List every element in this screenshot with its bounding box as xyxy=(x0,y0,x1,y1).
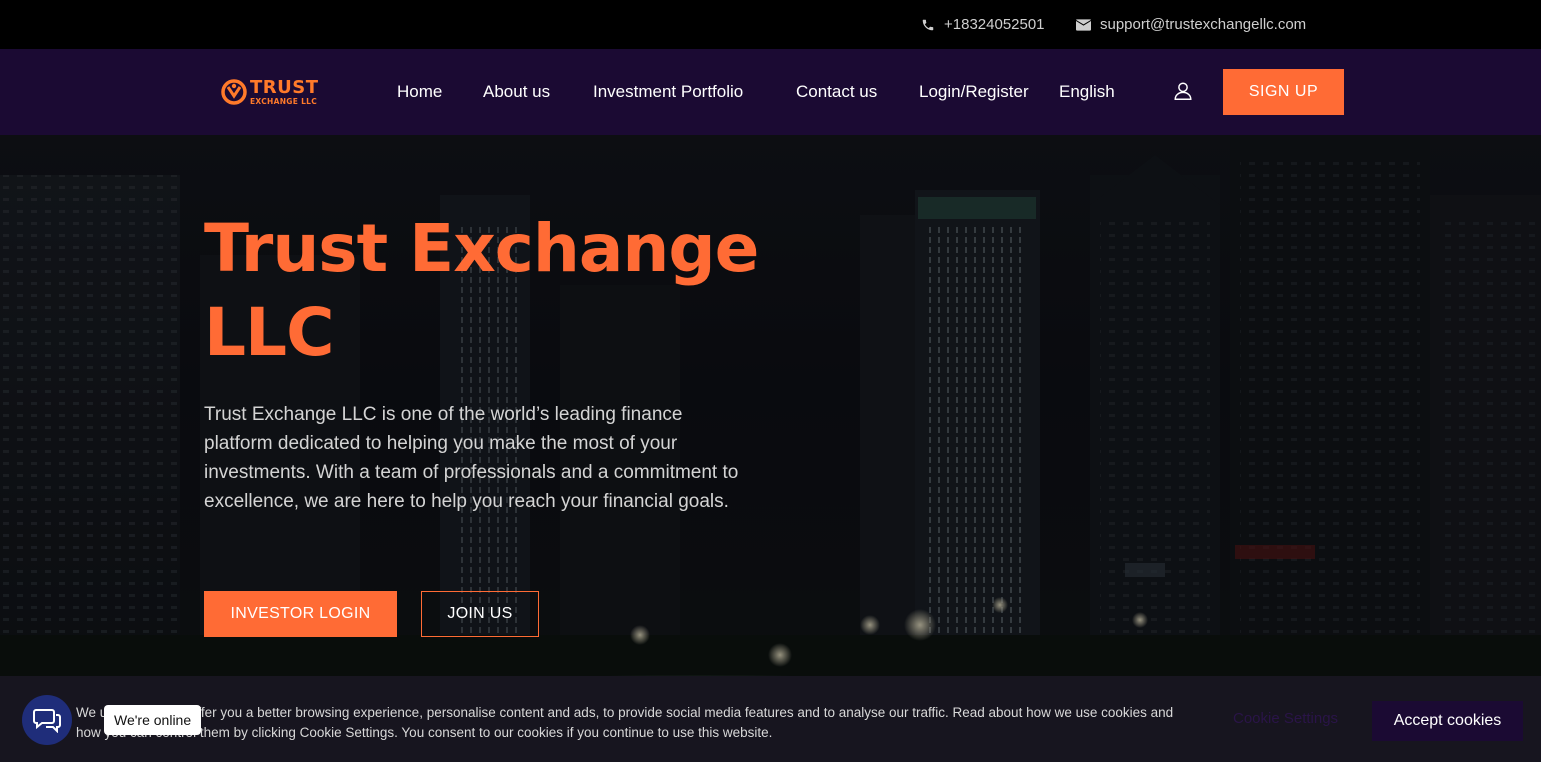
envelope-icon xyxy=(1076,18,1091,31)
logo-icon xyxy=(221,79,247,105)
cookie-settings-link[interactable]: Cookie Settings xyxy=(1233,710,1338,727)
nav-home[interactable]: Home xyxy=(397,82,442,102)
nav-login-register[interactable]: Login/Register xyxy=(919,82,1029,102)
investor-login-button[interactable]: INVESTOR LOGIN xyxy=(204,591,397,637)
cookie-message: We use cookies to offer you a better bro… xyxy=(76,705,1174,740)
email-contact[interactable]: support@trustexchangellc.com xyxy=(1076,0,1306,49)
logo-text-trust: TRUST xyxy=(250,76,319,98)
accept-cookies-button[interactable]: Accept cookies xyxy=(1372,701,1523,741)
cookie-consent-bar: We use cookies to offer you a better bro… xyxy=(0,676,1541,762)
chat-icon xyxy=(33,709,61,733)
hero-title: Trust Exchange LLC xyxy=(204,210,759,371)
top-contact-bar: +18324052501 support@trustexchangellc.co… xyxy=(0,0,1541,49)
nav-contact-us[interactable]: Contact us xyxy=(796,82,877,102)
sign-up-button[interactable]: SIGN UP xyxy=(1223,69,1344,115)
site-logo[interactable]: TRUST EXCHANGE LLC xyxy=(220,77,332,107)
logo-text-exchange: EXCHANGE LLC xyxy=(250,96,318,106)
hero-description: Trust Exchange LLC is one of the world’s… xyxy=(204,404,739,512)
email-address[interactable]: support@trustexchangellc.com xyxy=(1100,16,1306,33)
hero-section: Trust Exchange LLC Trust Exchange LLC is… xyxy=(0,135,1541,762)
chat-status-bubble[interactable]: We're online xyxy=(104,705,202,735)
phone-contact[interactable]: +18324052501 xyxy=(921,0,1045,49)
nav-about-us[interactable]: About us xyxy=(483,82,550,102)
phone-number[interactable]: +18324052501 xyxy=(944,16,1045,33)
join-us-button[interactable]: JOIN US xyxy=(421,591,539,637)
main-navigation: TRUST EXCHANGE LLC Home About us Investm… xyxy=(0,49,1541,135)
phone-icon xyxy=(922,19,934,30)
language-selector[interactable]: English xyxy=(1059,82,1115,102)
user-icon[interactable] xyxy=(1172,80,1194,102)
nav-investment-portfolio[interactable]: Investment Portfolio xyxy=(593,82,743,102)
live-chat-button[interactable] xyxy=(22,695,72,745)
